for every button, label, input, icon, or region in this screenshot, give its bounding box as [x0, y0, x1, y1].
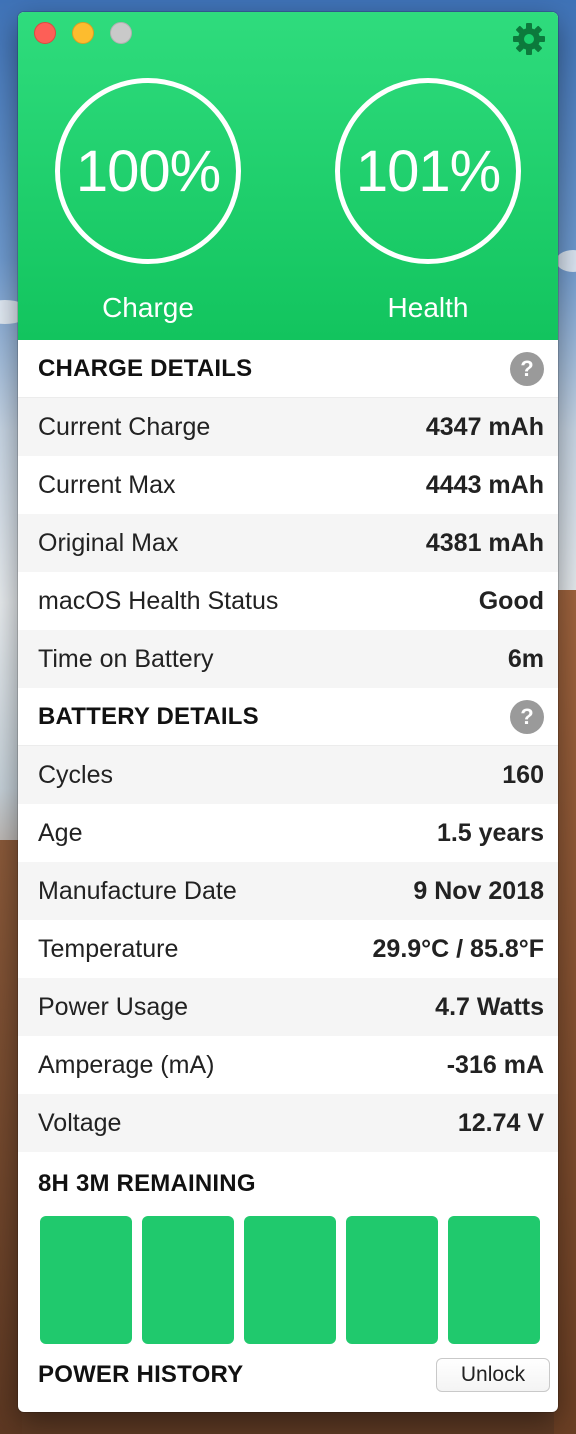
battery-level-bar	[346, 1216, 438, 1344]
zoom-button[interactable]	[110, 22, 132, 44]
health-gauge: 101% Health	[335, 78, 521, 324]
charge-value: 100%	[55, 78, 241, 264]
battery-details-header: BATTERY DETAILS ?	[18, 688, 558, 746]
background-cloud	[556, 250, 576, 272]
row-value: 4.7 Watts	[435, 992, 544, 1021]
charge-details-list: Current Charge 4347 mAh Current Max 4443…	[18, 398, 558, 688]
row-label: Age	[38, 818, 83, 847]
unlock-button[interactable]: Unlock	[436, 1358, 550, 1392]
charge-details-title: CHARGE DETAILS	[38, 354, 253, 382]
minimize-button[interactable]	[72, 22, 94, 44]
detail-row-power-usage: Power Usage 4.7 Watts	[18, 978, 558, 1036]
charge-label: Charge	[102, 292, 194, 323]
detail-row-health-status: macOS Health Status Good	[18, 572, 558, 630]
battery-level-bars	[18, 1216, 558, 1344]
row-value: 4443 mAh	[425, 470, 544, 499]
row-label: Original Max	[38, 528, 179, 557]
row-value: 29.9°C / 85.8°F	[372, 934, 544, 963]
row-value: 12.74 V	[457, 1108, 544, 1137]
detail-row-amperage: Amperage (mA) -316 mA	[18, 1036, 558, 1094]
row-value: 1.5 years	[436, 818, 544, 847]
row-label: Amperage (mA)	[38, 1050, 215, 1079]
detail-row-original-max: Original Max 4381 mAh	[18, 514, 558, 572]
remaining-header: 8H 3M REMAINING	[18, 1152, 558, 1216]
detail-row-cycles: Cycles 160	[18, 746, 558, 804]
battery-level-bar	[244, 1216, 336, 1344]
window-controls	[34, 22, 132, 44]
row-label: Cycles	[38, 760, 114, 789]
battery-details-list: Cycles 160 Age 1.5 years Manufacture Dat…	[18, 746, 558, 1152]
power-history-title: POWER HISTORY	[38, 1361, 244, 1388]
row-value: -316 mA	[446, 1050, 544, 1079]
help-icon[interactable]: ?	[510, 699, 544, 734]
detail-row-current-max: Current Max 4443 mAh	[18, 456, 558, 514]
detail-row-temperature: Temperature 29.9°C / 85.8°F	[18, 920, 558, 978]
row-label: Current Charge	[38, 412, 211, 441]
row-label: Voltage	[38, 1108, 122, 1137]
charge-gauge: 100% Charge	[55, 78, 241, 324]
row-label: Manufacture Date	[38, 876, 237, 905]
row-label: macOS Health Status	[38, 586, 279, 615]
row-value: 9 Nov 2018	[413, 876, 544, 905]
detail-row-current-charge: Current Charge 4347 mAh	[18, 398, 558, 456]
row-value: 4381 mAh	[425, 528, 544, 557]
charge-details-header: CHARGE DETAILS ?	[18, 340, 558, 398]
row-label: Current Max	[38, 470, 176, 499]
remaining-title: 8H 3M REMAINING	[38, 1170, 256, 1197]
row-label: Power Usage	[38, 992, 189, 1021]
detail-row-age: Age 1.5 years	[18, 804, 558, 862]
battery-level-bar	[448, 1216, 540, 1344]
row-value: 6m	[507, 644, 544, 673]
help-icon[interactable]: ?	[510, 351, 544, 386]
health-label: Health	[387, 292, 469, 323]
app-window: 100% Charge 101% Health CHARGE DETAILS ?…	[18, 12, 558, 1412]
detail-row-manufacture-date: Manufacture Date 9 Nov 2018	[18, 862, 558, 920]
header-panel: 100% Charge 101% Health	[18, 12, 558, 340]
battery-level-bar	[142, 1216, 234, 1344]
battery-level-bar	[40, 1216, 132, 1344]
power-history-header: POWER HISTORY Unlock	[18, 1344, 558, 1406]
row-value: 4347 mAh	[425, 412, 544, 441]
row-label: Temperature	[38, 934, 179, 963]
row-value: 160	[502, 760, 544, 789]
detail-row-time-on-battery: Time on Battery 6m	[18, 630, 558, 688]
row-label: Time on Battery	[38, 644, 214, 673]
health-value: 101%	[335, 78, 521, 264]
detail-row-voltage: Voltage 12.74 V	[18, 1094, 558, 1152]
close-button[interactable]	[34, 22, 56, 44]
row-value: Good	[478, 586, 544, 615]
gear-icon[interactable]	[512, 22, 546, 56]
battery-details-title: BATTERY DETAILS	[38, 702, 259, 730]
